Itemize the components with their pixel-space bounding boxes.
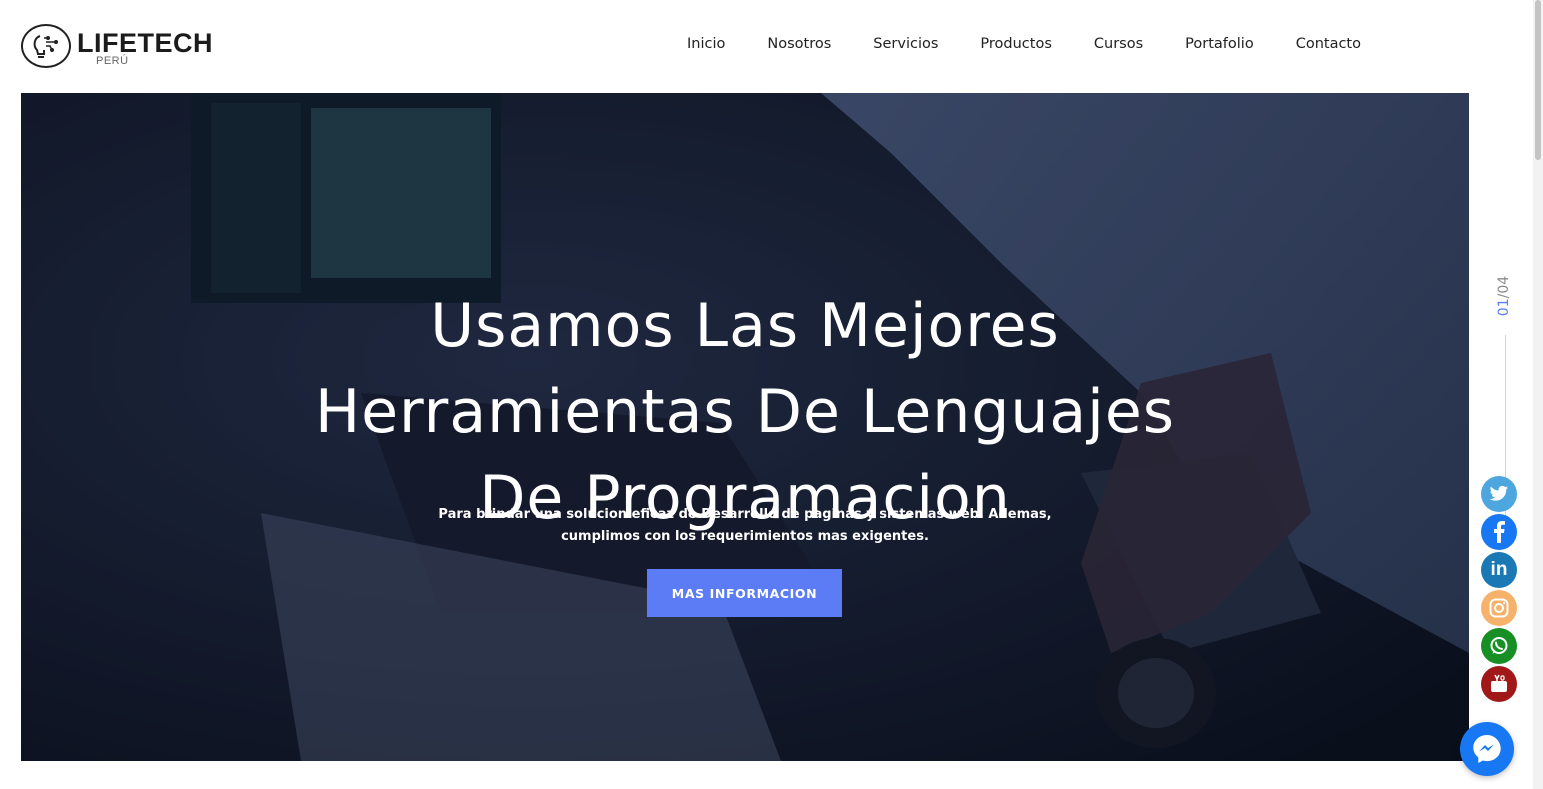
nav-item-servicios[interactable]: Servicios <box>852 33 959 55</box>
hero-slider: Usamos Las Mejores Herramientas De Lengu… <box>21 93 1469 761</box>
lightbulb-circuit-icon <box>21 24 71 68</box>
instagram-icon[interactable] <box>1481 590 1517 626</box>
slide-counter-text: 01/04 <box>1496 276 1512 316</box>
messenger-chat-icon[interactable] <box>1460 722 1514 776</box>
linkedin-icon[interactable]: in <box>1481 552 1517 588</box>
page-scrollbar[interactable] <box>1533 0 1543 789</box>
social-links: in <box>1481 476 1519 704</box>
nav-item-contacto[interactable]: Contacto <box>1275 33 1382 55</box>
slide-current: 01 <box>1496 298 1513 317</box>
mas-informacion-button[interactable]: MAS INFORMACION <box>647 569 842 617</box>
scrollbar-thumb[interactable] <box>1535 0 1541 160</box>
slide-separator: / <box>1496 293 1513 299</box>
hero-subtitle: Para brindar una solucion eficaz de Desa… <box>21 504 1469 548</box>
brand-name: LIFETECH <box>77 28 213 58</box>
hero-subtitle-line: cumplimos con los requerimientos mas exi… <box>561 529 929 544</box>
youtube-icon[interactable] <box>1481 666 1517 702</box>
hero-title-line: Herramientas De Lenguajes <box>315 377 1175 448</box>
nav-item-productos[interactable]: Productos <box>959 33 1072 55</box>
nav-item-cursos[interactable]: Cursos <box>1073 33 1164 55</box>
hero-subtitle-line: Para brindar una solucion eficaz de Desa… <box>438 507 1052 522</box>
nav-item-portafolio[interactable]: Portafolio <box>1164 33 1275 55</box>
main-navigation: Inicio Nosotros Servicios Productos Curs… <box>666 33 1382 55</box>
slide-total: 04 <box>1496 275 1513 294</box>
twitter-icon[interactable] <box>1481 476 1517 512</box>
hero-title: Usamos Las Mejores Herramientas De Lengu… <box>21 283 1469 541</box>
brand-logo[interactable]: LIFETECH PERÚ <box>21 24 221 72</box>
nav-item-inicio[interactable]: Inicio <box>666 33 746 55</box>
whatsapp-icon[interactable] <box>1481 628 1517 664</box>
facebook-icon[interactable] <box>1481 514 1517 550</box>
slide-counter: 01/04 <box>1492 272 1520 320</box>
brand-subtitle: PERÚ <box>96 55 129 67</box>
nav-item-nosotros[interactable]: Nosotros <box>746 33 852 55</box>
hero-title-line: Usamos Las Mejores <box>430 291 1060 362</box>
